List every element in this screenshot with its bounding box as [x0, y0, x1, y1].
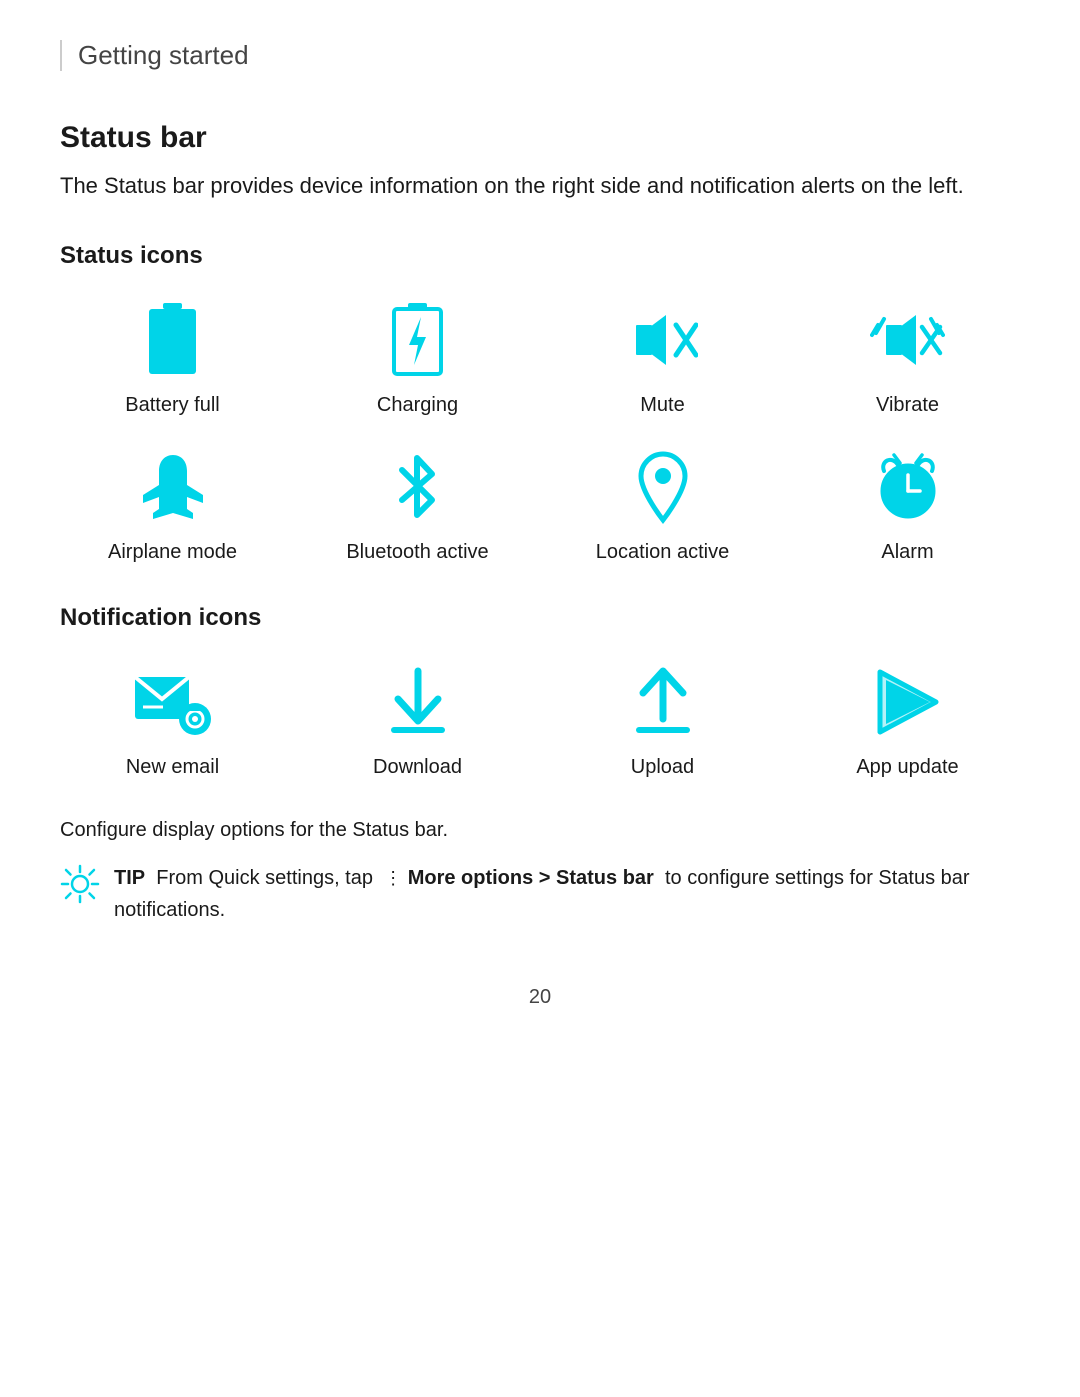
alarm-label: Alarm [881, 541, 933, 564]
upload-label: Upload [631, 756, 694, 779]
location-active-label: Location active [596, 541, 729, 564]
section-title: Status bar [60, 121, 1020, 155]
page-number: 20 [60, 986, 1020, 1009]
battery-full-icon [133, 300, 213, 380]
section-description: The Status bar provides device informati… [60, 169, 1020, 202]
airplane-mode-icon [133, 447, 213, 527]
new-email-icon [133, 662, 213, 742]
notification-icons-grid: New email Download Upload [60, 662, 1020, 779]
mute-label: Mute [640, 394, 684, 417]
configure-text: Configure display options for the Status… [60, 819, 1020, 842]
download-icon [378, 662, 458, 742]
app-update-label: App update [856, 756, 958, 779]
battery-full-label: Battery full [125, 394, 219, 417]
tip-bold-text: More options > Status bar [408, 867, 654, 889]
notification-icons-title: Notification icons [60, 604, 1020, 632]
bluetooth-active-icon [378, 447, 458, 527]
location-active-icon [623, 447, 703, 527]
list-item: Battery full [60, 300, 285, 417]
tip-box: TIP From Quick settings, tap ⋮ More opti… [60, 862, 1020, 926]
breadcrumb-text: Getting started [78, 40, 249, 70]
breadcrumb: Getting started [60, 40, 1020, 71]
list-item: Charging [305, 300, 530, 417]
app-update-icon [868, 662, 948, 742]
list-item: Mute [550, 300, 775, 417]
vibrate-label: Vibrate [876, 394, 939, 417]
list-item: Airplane mode [60, 447, 285, 564]
upload-icon [623, 662, 703, 742]
vibrate-icon [868, 300, 948, 380]
tip-icon [60, 864, 100, 904]
list-item: New email [60, 662, 285, 779]
status-icons-grid: Battery full Charging Mute [60, 300, 1020, 564]
airplane-mode-label: Airplane mode [108, 541, 237, 564]
list-item: Upload [550, 662, 775, 779]
list-item: Vibrate [795, 300, 1020, 417]
tip-label: TIP [114, 867, 145, 889]
tip-content: TIP From Quick settings, tap ⋮ More opti… [114, 862, 1020, 926]
list-item: Bluetooth active [305, 447, 530, 564]
new-email-label: New email [126, 756, 219, 779]
charging-label: Charging [377, 394, 458, 417]
list-item: App update [795, 662, 1020, 779]
three-dots-icon: ⋮ [384, 868, 402, 888]
list-item: Alarm [795, 447, 1020, 564]
mute-icon [623, 300, 703, 380]
charging-icon [378, 300, 458, 380]
tip-text-start: From Quick settings, tap [156, 867, 373, 889]
alarm-icon [868, 447, 948, 527]
bluetooth-active-label: Bluetooth active [346, 541, 488, 564]
list-item: Download [305, 662, 530, 779]
status-icons-title: Status icons [60, 242, 1020, 270]
list-item: Location active [550, 447, 775, 564]
download-label: Download [373, 756, 462, 779]
